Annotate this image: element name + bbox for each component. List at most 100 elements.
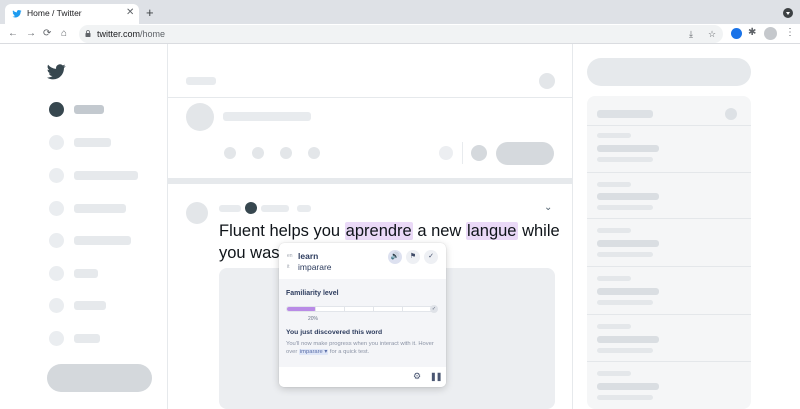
trend-count-placeholder: [597, 348, 653, 353]
address-bar[interactable]: twitter.com/home ⤓ ☆: [79, 25, 723, 43]
trend-name-placeholder[interactable]: [597, 193, 659, 200]
trend-count-placeholder: [597, 252, 653, 257]
nav-home-icon[interactable]: [49, 102, 64, 117]
nav-explore-label[interactable]: [74, 138, 111, 147]
popup-footer: ⚙ ❚❚: [279, 367, 446, 387]
poll-icon[interactable]: [280, 147, 292, 159]
nav-messages-label[interactable]: [74, 204, 126, 213]
nav-more-icon[interactable]: [49, 331, 64, 346]
star-icon[interactable]: ☆: [708, 29, 716, 39]
speaker-icon[interactable]: 🔊: [388, 250, 402, 264]
divider: [462, 142, 463, 164]
tab-home-twitter[interactable]: Home / Twitter ✕: [5, 4, 139, 24]
gif-icon[interactable]: [252, 147, 264, 159]
progress-tick: [315, 307, 316, 311]
discover-body: You'll now make progress when you intera…: [286, 341, 434, 355]
nav-more-label[interactable]: [74, 334, 100, 343]
divider: [587, 218, 751, 219]
nav-bookmarks-label[interactable]: [74, 236, 131, 245]
url-text: twitter.com/home: [97, 28, 166, 39]
profile-avatar[interactable]: [764, 27, 777, 40]
target-word: imparare: [298, 262, 332, 272]
divider: [168, 97, 573, 98]
divider: [587, 314, 751, 315]
pause-icon[interactable]: ❚❚: [430, 372, 442, 381]
nav-notifications-icon[interactable]: [49, 168, 64, 183]
translated-word-aprendre[interactable]: aprendre: [344, 222, 413, 240]
settings-icon[interactable]: ⚙: [413, 371, 421, 382]
kebab-menu-icon[interactable]: ⋮: [785, 27, 795, 39]
translated-word-langue[interactable]: langue: [465, 222, 518, 240]
tab-search-icon[interactable]: [783, 8, 793, 18]
nav-bookmarks-icon[interactable]: [49, 233, 64, 248]
add-thread-icon[interactable]: [471, 145, 487, 161]
tab-title: Home / Twitter: [27, 8, 82, 18]
emoji-icon[interactable]: [308, 147, 320, 159]
composer-avatar: [186, 103, 214, 131]
settings-icon[interactable]: [725, 108, 737, 120]
divider: [587, 172, 751, 173]
sparkle-icon[interactable]: [539, 73, 555, 89]
section-divider: [168, 178, 573, 184]
trend-category-placeholder: [597, 371, 631, 376]
nav-lists-icon[interactable]: [49, 266, 64, 281]
puzzle-icon[interactable]: ✱: [748, 27, 756, 38]
target-lang-code: it: [287, 264, 290, 270]
nav-lists-label[interactable]: [74, 269, 98, 278]
familiarity-progress-fill: [287, 307, 317, 311]
tweet-submit-button[interactable]: [496, 142, 554, 165]
trend-name-placeholder[interactable]: [597, 288, 659, 295]
fluent-word-popup: en learn it imparare 🔊 ⚑ ✓ Familiarity l…: [279, 243, 446, 387]
home-icon[interactable]: ⌂: [61, 27, 67, 41]
mastered-check-icon: ✓: [430, 305, 438, 313]
trend-name-placeholder[interactable]: [597, 383, 659, 390]
nav-messages-icon[interactable]: [49, 201, 64, 216]
forward-icon[interactable]: →: [26, 27, 36, 41]
new-tab-button[interactable]: +: [146, 6, 154, 19]
trend-category-placeholder: [597, 324, 631, 329]
divider: [587, 361, 751, 362]
chevron-down-icon[interactable]: ⌄: [544, 202, 552, 213]
trend-category-placeholder: [597, 133, 631, 138]
composer-input-placeholder[interactable]: [223, 112, 311, 121]
tweet-button[interactable]: [47, 364, 152, 392]
tab-strip: Home / Twitter ✕ +: [0, 0, 800, 24]
progress-ring-icon: [439, 146, 453, 160]
left-sidebar: [0, 44, 168, 409]
trend-count-placeholder: [597, 300, 653, 305]
familiarity-section: Familiarity level ✓ 20% You just discove…: [279, 279, 446, 367]
trend-name-placeholder[interactable]: [597, 336, 659, 343]
familiarity-percent: 20%: [308, 316, 319, 322]
progress-tick: [344, 307, 345, 311]
install-icon[interactable]: ⤓: [689, 29, 693, 39]
search-input[interactable]: [587, 58, 751, 86]
source-word: learn: [298, 251, 319, 261]
media-icon[interactable]: [224, 147, 236, 159]
right-sidebar: [573, 44, 800, 409]
trend-name-placeholder[interactable]: [597, 145, 659, 152]
divider: [587, 125, 751, 126]
quiz-word-chip[interactable]: imparare ▾: [298, 349, 329, 355]
trend-name-placeholder[interactable]: [597, 240, 659, 247]
extension-icon[interactable]: [731, 28, 742, 39]
flag-icon[interactable]: ⚑: [406, 250, 420, 264]
tweet-author-avatar[interactable]: [186, 202, 208, 224]
check-icon[interactable]: ✓: [424, 250, 438, 264]
nav-profile-icon[interactable]: [49, 298, 64, 313]
nav-home-label[interactable]: [74, 105, 104, 114]
tab-close-icon[interactable]: ✕: [126, 7, 134, 19]
back-icon[interactable]: ←: [8, 27, 18, 41]
nav-explore-icon[interactable]: [49, 135, 64, 150]
trend-count-placeholder: [597, 205, 653, 210]
nav-profile-label[interactable]: [74, 301, 106, 310]
popup-header: en learn it imparare 🔊 ⚑ ✓: [279, 243, 446, 279]
nav-notifications-label[interactable]: [74, 171, 138, 180]
twitter-logo-icon[interactable]: [47, 64, 66, 80]
trend-count-placeholder: [597, 157, 653, 162]
tweet-text-segment: Fluent helps you: [219, 222, 345, 240]
divider: [587, 266, 751, 267]
familiarity-label: Familiarity level: [286, 290, 339, 297]
reload-icon[interactable]: ⟳: [43, 27, 51, 41]
progress-tick: [402, 307, 403, 311]
author-name-placeholder[interactable]: [219, 205, 241, 212]
